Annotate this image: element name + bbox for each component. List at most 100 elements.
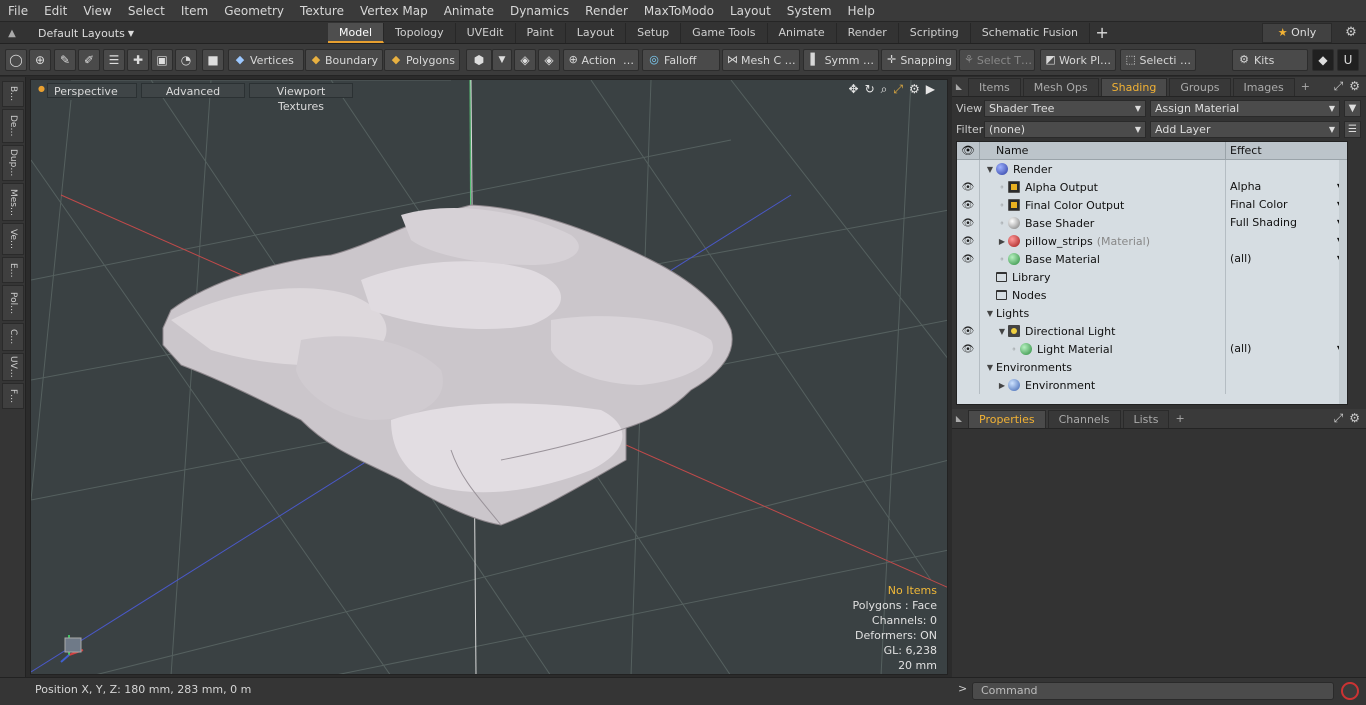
menu-animate[interactable]: Animate (436, 0, 502, 22)
tree-row[interactable]: 👁 ▶ pillow_strips(Material) ▼ (957, 232, 1347, 250)
cube-icon[interactable]: ■ (202, 49, 224, 71)
tab-lists[interactable]: Lists (1122, 410, 1170, 428)
filter-dropdown[interactable]: (none) ▼ (984, 121, 1146, 138)
menu-item[interactable]: Item (173, 0, 216, 22)
eye-icon[interactable]: 👁 (957, 344, 979, 355)
advanced-button[interactable]: Advanced (141, 82, 245, 98)
list-options-icon[interactable]: ☰ (1344, 121, 1361, 138)
left-tab-uv[interactable]: UV… (2, 353, 24, 381)
tree-row[interactable]: ▶ Environment (957, 376, 1347, 394)
menu-system[interactable]: System (779, 0, 840, 22)
tab-properties[interactable]: Properties (968, 410, 1046, 428)
command-input[interactable]: Command (972, 682, 1334, 700)
effect-cell[interactable]: (all)▼ (1225, 250, 1347, 268)
tree-row[interactable]: Nodes (957, 286, 1347, 304)
tab-groups[interactable]: Groups (1169, 78, 1231, 96)
polygons-button[interactable]: ◆ Polygons (384, 49, 460, 71)
tab-animate[interactable]: Animate (768, 23, 837, 43)
effect-column-header[interactable]: Effect (1225, 142, 1347, 159)
menu-view[interactable]: View (75, 0, 119, 22)
menu-dynamics[interactable]: Dynamics (502, 0, 577, 22)
tab-images[interactable]: Images (1232, 78, 1295, 96)
eye-icon[interactable]: 👁 (957, 218, 979, 229)
add-tab-button[interactable]: + (1090, 23, 1114, 43)
boundary-button[interactable]: ◆ Boundary (305, 49, 383, 71)
move-view-icon[interactable]: ✥ (849, 82, 859, 97)
add-panel-tab-icon[interactable]: + (1175, 410, 1184, 428)
tree-row[interactable]: ▼ Environments (957, 358, 1347, 376)
tab-model[interactable]: Model (328, 23, 385, 43)
eye-icon[interactable]: 👁 (957, 182, 979, 193)
vertices-button[interactable]: ◆ Vertices (228, 49, 304, 71)
tree-row[interactable]: Library (957, 268, 1347, 286)
left-tab-mesh[interactable]: Mes… (2, 183, 24, 221)
view-dropdown[interactable]: Shader Tree ▼ (984, 100, 1146, 117)
shader-tree[interactable]: 👁 Name Effect ▼ Render 👁 ◦ Alpha Output Alpha… (956, 141, 1348, 405)
left-tab-duplicate[interactable]: Dup… (2, 145, 24, 181)
symmetry-button[interactable]: ▌ Symm … (803, 49, 879, 71)
tab-game-tools[interactable]: Game Tools (681, 23, 768, 43)
tab-schematic-fusion[interactable]: Schematic Fusion (971, 23, 1091, 43)
left-tab-polygon[interactable]: Pol… (2, 285, 24, 321)
selection-sets-button[interactable]: ⬚ Selecti … (1120, 49, 1196, 71)
viewport-settings-icon[interactable]: ⚙ (909, 82, 920, 97)
snapping-button[interactable]: ✛ Snapping (881, 49, 957, 71)
unity-icon[interactable]: ◆ (1312, 49, 1334, 71)
expand-right-icon[interactable]: ▶ (996, 381, 1008, 390)
menu-layout[interactable]: Layout (722, 0, 779, 22)
expand-right-icon[interactable]: ▶ (996, 237, 1008, 246)
panel-gear-icon[interactable]: ⚙ (1349, 411, 1360, 426)
tab-topology[interactable]: Topology (384, 23, 456, 43)
effect-cell[interactable] (1225, 376, 1347, 394)
expand-down-icon[interactable]: ▼ (984, 309, 996, 318)
expand-down-icon[interactable]: ▼ (984, 363, 996, 372)
tree-row[interactable]: 👁 ◦ Final Color Output Final Color▼ (957, 196, 1347, 214)
tab-uvedit[interactable]: UVEdit (456, 23, 516, 43)
3d-viewport[interactable]: ● Perspective Advanced Viewport Textures… (30, 79, 948, 675)
collapse-up-icon[interactable]: ▲ (4, 28, 20, 39)
effect-cell[interactable]: Final Color▼ (1225, 196, 1347, 214)
left-tab-edge[interactable]: E… (2, 257, 24, 283)
left-tab-vertex[interactable]: Ve… (2, 223, 24, 255)
eye-icon[interactable]: 👁 (957, 326, 979, 337)
left-tab-deform[interactable]: De… (2, 109, 24, 143)
left-tab-fusion[interactable]: F… (2, 383, 24, 409)
center-icon[interactable]: ✚ (127, 49, 149, 71)
tab-shading[interactable]: Shading (1100, 78, 1168, 96)
align-icon[interactable]: ☰ (103, 49, 125, 71)
unreal-icon[interactable]: U (1337, 49, 1359, 71)
tree-row[interactable]: 👁 ◦ Base Material (all)▼ (957, 250, 1347, 268)
left-tab-basic[interactable]: B… (2, 81, 24, 107)
menu-select[interactable]: Select (120, 0, 173, 22)
only-toggle[interactable]: ★ Only (1262, 23, 1332, 43)
eye-icon[interactable]: 👁 (957, 200, 979, 211)
add-layer-dropdown[interactable]: Add Layer ▼ (1150, 121, 1340, 138)
record-icon[interactable] (1341, 682, 1359, 700)
effect-cell[interactable]: ▼ (1225, 232, 1347, 250)
pen-icon[interactable]: ✎ (54, 49, 76, 71)
tab-setup[interactable]: Setup (626, 23, 682, 43)
panel-gear-icon[interactable]: ⚙ (1349, 79, 1360, 94)
symmetry-y-icon[interactable]: ◈ (538, 49, 560, 71)
zoom-view-icon[interactable]: ⌕ (881, 82, 888, 97)
eye-icon[interactable]: 👁 (957, 254, 979, 265)
tree-row[interactable]: ▼ Lights (957, 304, 1347, 322)
left-tab-curve[interactable]: C… (2, 323, 24, 351)
kits-button[interactable]: ⚙ Kits (1232, 49, 1308, 71)
effect-cell[interactable]: (all)▼ (1225, 340, 1347, 358)
sphere-icon[interactable]: ◔ (175, 49, 197, 71)
menu-geometry[interactable]: Geometry (216, 0, 292, 22)
fit-view-icon[interactable]: ⤢ (893, 82, 903, 97)
tab-mesh-ops[interactable]: Mesh Ops (1022, 78, 1099, 96)
item-mode-icon[interactable]: ⬢ (466, 49, 492, 71)
tree-row[interactable]: ▼ Render (957, 160, 1347, 178)
tab-paint[interactable]: Paint (516, 23, 566, 43)
menu-edit[interactable]: Edit (36, 0, 75, 22)
tree-scrollbar[interactable] (1339, 160, 1347, 404)
maximize-icon[interactable]: ⤢ (1334, 411, 1344, 426)
effect-cell[interactable]: Full Shading▼ (1225, 214, 1347, 232)
menu-file[interactable]: File (0, 0, 36, 22)
tree-row[interactable]: 👁 ▼ Directional Light (957, 322, 1347, 340)
visibility-header-icon[interactable]: 👁 (957, 142, 979, 159)
expand-down-icon[interactable]: ▼ (996, 327, 1008, 336)
